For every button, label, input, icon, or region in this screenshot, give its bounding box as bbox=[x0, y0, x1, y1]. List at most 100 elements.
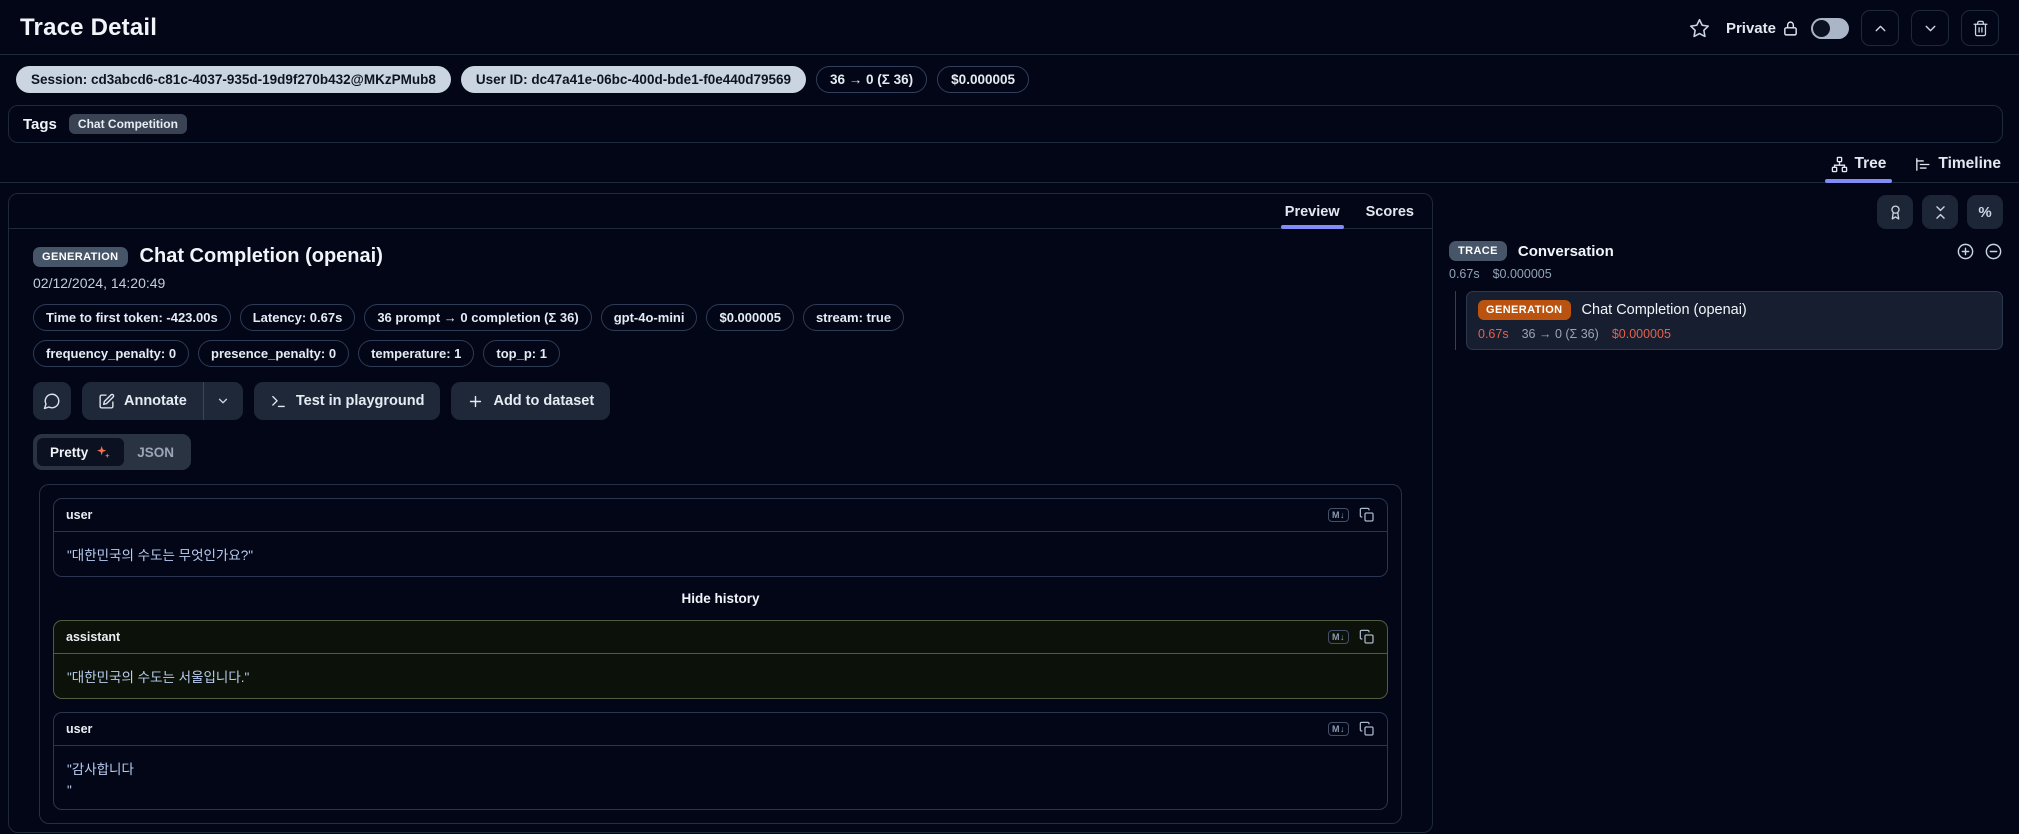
copy-icon bbox=[1359, 629, 1374, 644]
comments-button[interactable] bbox=[33, 382, 71, 420]
tree-icon bbox=[1831, 156, 1847, 172]
minus-circle-icon bbox=[1985, 243, 2002, 259]
award-icon bbox=[1890, 204, 1900, 220]
delete-trace-button[interactable] bbox=[1961, 10, 1999, 46]
playground-button[interactable]: Test in playground bbox=[253, 382, 441, 420]
hide-history-button[interactable]: Hide history bbox=[53, 590, 1388, 607]
add-to-dataset-button[interactable]: Add to dataset bbox=[451, 382, 611, 420]
pill-token-usage: 36 prompt → 0 completion (Σ 36) bbox=[364, 304, 592, 331]
message-content: "대한민국의 수도는 서울입니다." bbox=[67, 670, 250, 686]
message-role: user bbox=[66, 508, 93, 522]
tree-expand-controls bbox=[1956, 242, 2003, 261]
view-tabs: Tree Timeline bbox=[0, 143, 2019, 183]
pill-top-p: top_p: 1 bbox=[483, 340, 560, 367]
metrics-toggle-button[interactable]: % bbox=[1967, 195, 2003, 229]
pill-presence-penalty: presence_penalty: 0 bbox=[198, 340, 350, 367]
trace-metrics: 0.67s $0.000005 bbox=[1449, 267, 2003, 281]
playground-label: Test in playground bbox=[295, 393, 425, 409]
tab-preview[interactable]: Preview bbox=[1280, 204, 1344, 229]
plus-circle-icon bbox=[1957, 243, 1974, 259]
trace-node-label[interactable]: TRACE Conversation bbox=[1449, 241, 1614, 261]
annotate-label: Annotate bbox=[124, 393, 187, 409]
tab-timeline[interactable]: Timeline bbox=[1914, 155, 2001, 182]
terminal-icon bbox=[272, 395, 285, 407]
user-id-badge[interactable]: User ID: dc47a41e-06bc-400d-bde1-f0e440d… bbox=[460, 66, 807, 93]
tab-timeline-label: Timeline bbox=[1938, 155, 2001, 172]
visibility-label: Private bbox=[1725, 19, 1776, 37]
main-content: Preview Scores GENERATION Chat Completio… bbox=[0, 183, 2019, 833]
scores-toggle-button[interactable] bbox=[1877, 195, 1913, 229]
message-tools: M↓ bbox=[1328, 629, 1375, 645]
expand-all-button[interactable] bbox=[1956, 242, 1975, 261]
timeline-icon bbox=[1916, 157, 1930, 171]
message-assistant: assistant M↓ "대한민국의 수도는 서울입니다." bbox=[53, 620, 1388, 700]
tag-chip[interactable]: Chat Competition bbox=[68, 114, 187, 134]
message-header: assistant M↓ bbox=[54, 621, 1387, 655]
plus-icon bbox=[470, 395, 482, 407]
annotate-split-button: Annotate bbox=[82, 382, 243, 420]
toggle-knob bbox=[1813, 19, 1830, 37]
tags-section: Tags Chat Competition bbox=[8, 105, 2003, 143]
chevron-down-icon bbox=[1925, 25, 1935, 31]
observation-title: Chat Completion (openai) bbox=[139, 245, 383, 267]
edit-icon bbox=[99, 393, 115, 409]
trash-icon bbox=[1972, 20, 1988, 36]
format-json[interactable]: JSON bbox=[124, 438, 187, 466]
message-role: assistant bbox=[66, 630, 121, 645]
copy-button[interactable] bbox=[1359, 507, 1375, 523]
format-pretty[interactable]: Pretty bbox=[37, 438, 125, 466]
chevron-up-icon bbox=[1875, 25, 1885, 31]
add-to-dataset-label: Add to dataset bbox=[493, 393, 595, 409]
copy-button[interactable] bbox=[1359, 629, 1375, 645]
observation-header: GENERATION Chat Completion (openai) 02/1… bbox=[9, 229, 1432, 291]
message-tools: M↓ bbox=[1328, 721, 1375, 737]
session-badge[interactable]: Session: cd3abcd6-c81c-4037-935d-19d9f27… bbox=[16, 66, 451, 93]
markdown-toggle-icon[interactable]: M↓ bbox=[1328, 722, 1349, 737]
prev-observation-button[interactable] bbox=[1861, 10, 1899, 46]
tab-scores[interactable]: Scores bbox=[1366, 204, 1414, 228]
trace-tree-panel: % TRACE Conversation 0.67s $0.000005 GEN… bbox=[1449, 193, 2011, 350]
next-observation-button[interactable] bbox=[1911, 10, 1949, 46]
generation-name: Chat Completion (openai) bbox=[1581, 302, 1747, 318]
trace-node: TRACE Conversation bbox=[1449, 241, 2003, 261]
copy-icon bbox=[1359, 722, 1374, 737]
generation-node[interactable]: GENERATION Chat Completion (openai) 0.67… bbox=[1466, 291, 2003, 350]
collapse-all-button[interactable] bbox=[1922, 195, 1958, 229]
star-icon bbox=[1689, 18, 1709, 37]
bookmark-button[interactable] bbox=[1685, 14, 1714, 43]
annotate-button[interactable]: Annotate bbox=[82, 382, 203, 420]
chevron-down-icon bbox=[219, 398, 228, 404]
observation-meta-pills: Time to first token: -423.00s Latency: 0… bbox=[9, 291, 1089, 367]
percent-icon: % bbox=[1978, 203, 1992, 221]
message-header: user M↓ bbox=[54, 499, 1387, 532]
annotate-dropdown-button[interactable] bbox=[202, 382, 243, 420]
trace-badge: TRACE bbox=[1449, 241, 1507, 261]
tree-branch: GENERATION Chat Completion (openai) 0.67… bbox=[1455, 291, 2003, 350]
visibility-control[interactable]: Private bbox=[1726, 20, 1799, 37]
message-tools: M↓ bbox=[1328, 507, 1375, 523]
message-user-2: user M↓ "감사합니다 " bbox=[53, 712, 1388, 810]
copy-button[interactable] bbox=[1359, 721, 1375, 737]
trace-name: Conversation bbox=[1517, 242, 1614, 260]
generation-badge: GENERATION bbox=[1478, 300, 1571, 320]
panel-tabs: Preview Scores bbox=[9, 194, 1432, 229]
tab-tree[interactable]: Tree bbox=[1824, 155, 1893, 183]
pill-model[interactable]: gpt-4o-mini bbox=[600, 304, 698, 331]
generation-latency: 0.67s bbox=[1478, 327, 1509, 341]
tree-toolbar: % bbox=[1449, 195, 2003, 229]
collapse-tree-button[interactable] bbox=[1984, 242, 2003, 261]
io-preview: user M↓ "대한민국의 수도는 무엇인가요?" Hide history … bbox=[39, 484, 1402, 824]
token-usage-badge: 36 → 0 (Σ 36) bbox=[816, 66, 928, 93]
trace-latency: 0.67s bbox=[1449, 267, 1480, 281]
message-content: "대한민국의 수도는 무엇인가요?" bbox=[67, 548, 254, 563]
message-role: user bbox=[66, 722, 93, 737]
markdown-toggle-icon[interactable]: M↓ bbox=[1328, 630, 1349, 645]
generation-tokens: 36 → 0 (Σ 36) bbox=[1521, 327, 1599, 341]
format-pretty-label: Pretty bbox=[50, 444, 89, 460]
trace-meta-badges: Session: cd3abcd6-c81c-4037-935d-19d9f27… bbox=[0, 55, 2019, 99]
markdown-toggle-icon[interactable]: M↓ bbox=[1328, 508, 1349, 522]
message-header: user M↓ bbox=[54, 713, 1387, 747]
public-toggle[interactable] bbox=[1811, 17, 1849, 39]
pill-time-to-first-token: Time to first token: -423.00s bbox=[33, 304, 231, 331]
format-toggle: Pretty JSON bbox=[33, 434, 192, 470]
